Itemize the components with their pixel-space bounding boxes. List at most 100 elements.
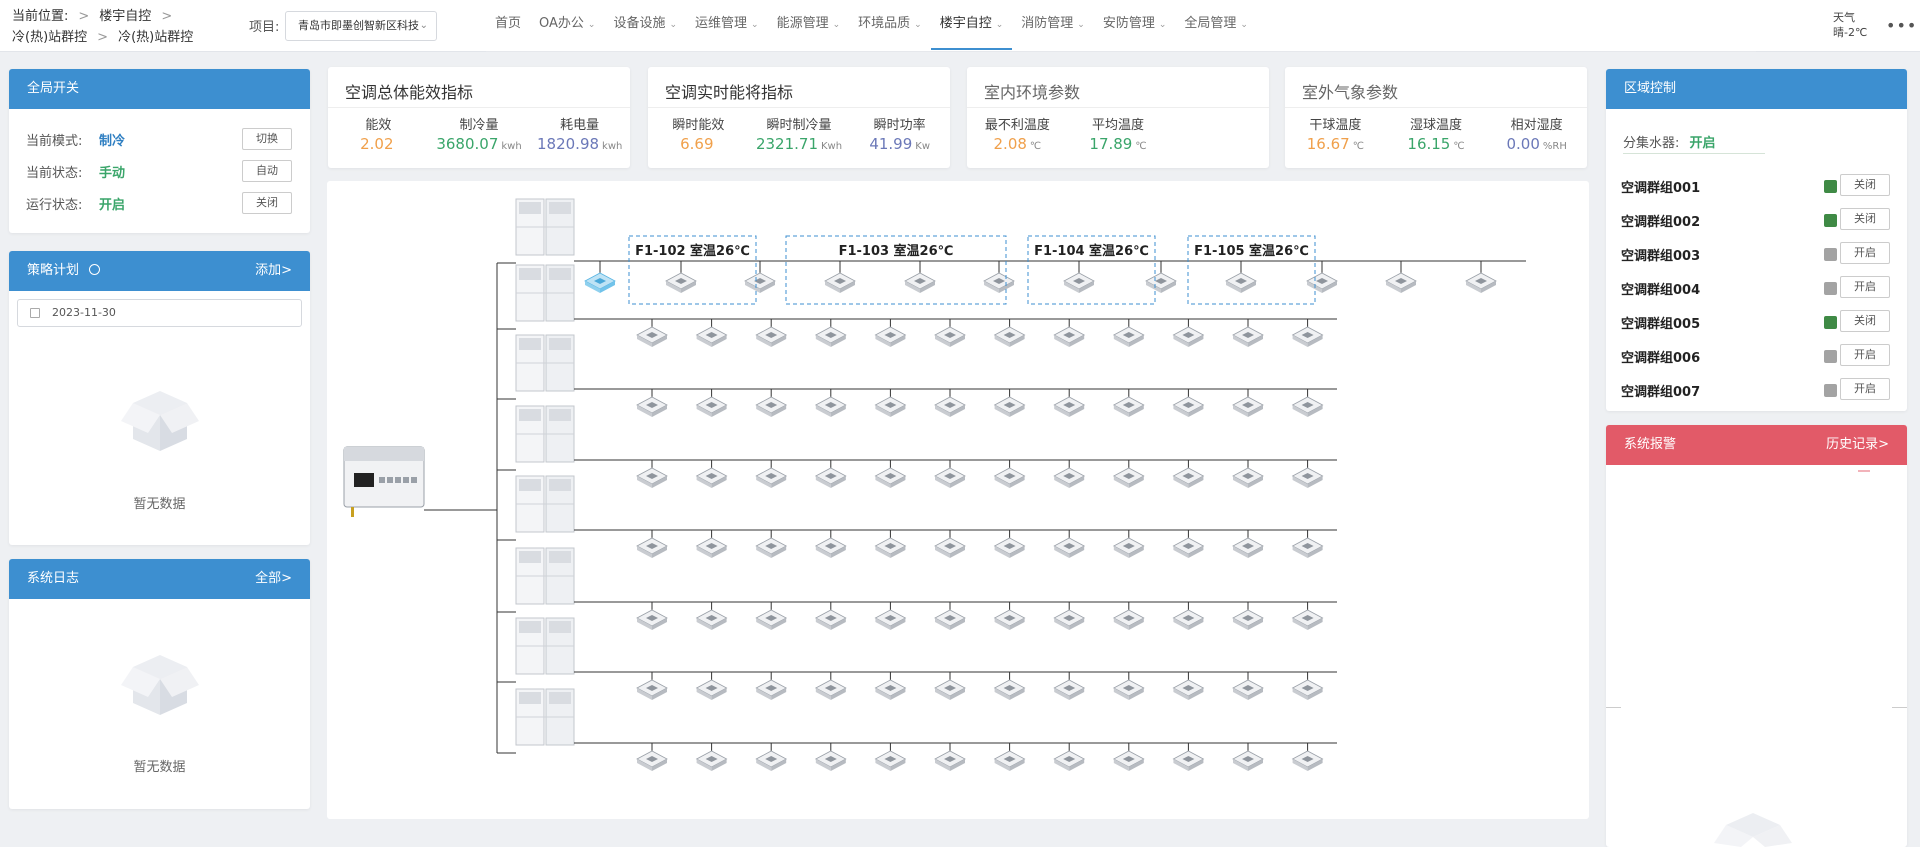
nav-item-label: 全局管理 — [1184, 16, 1237, 31]
indoor-unit-icon — [696, 467, 728, 489]
controller-button-icon — [395, 477, 401, 483]
zone-group-name: 空调群组003 — [1621, 249, 1701, 264]
stat-label: 最不利温度 — [984, 118, 1050, 133]
stat-item: 能效 2.02 — [328, 114, 429, 153]
system-log-all-button[interactable]: 全部> — [255, 559, 292, 599]
indoor-unit-icon — [934, 679, 966, 701]
mode-value: 制冷 — [99, 133, 126, 149]
indoor-unit-icon — [1385, 272, 1417, 294]
zone-group-row: 空调群组002 关闭 — [1606, 202, 1907, 236]
stat-value: 6.69 — [680, 135, 714, 153]
breadcrumb-item-station[interactable]: 冷(热)站群控 — [12, 27, 87, 48]
zone-group-name: 空调群组005 — [1621, 317, 1701, 332]
switch-mode-button[interactable]: 切换 — [242, 128, 292, 150]
stat-unit: Kw — [915, 141, 931, 152]
indoor-unit-icon — [696, 326, 728, 348]
project-select[interactable]: 青岛市即墨创智新区科技 ⌄ — [285, 11, 437, 41]
alarm-indicator — [1858, 470, 1870, 472]
global-switch-title: 全局开关 — [27, 81, 80, 96]
nav-item-5[interactable]: 环境品质 ⌄ — [849, 0, 931, 50]
indoor-unit-icon — [1172, 609, 1204, 631]
indoor-unit-icon — [824, 272, 856, 294]
indoor-unit-icon — [755, 609, 787, 631]
room-label[interactable]: F1-104 室温26℃ — [1028, 240, 1155, 259]
zone-control-title: 区域控制 — [1624, 81, 1677, 96]
indoor-unit-icon — [696, 609, 728, 631]
stat-unit: ℃ — [1135, 141, 1147, 152]
stat-unit: ℃ — [1352, 141, 1364, 152]
indoor-unit-icon — [1232, 467, 1264, 489]
room-label[interactable]: F1-102 室温26℃ — [629, 240, 756, 259]
nav-item-3[interactable]: 运维管理 ⌄ — [686, 0, 768, 50]
strategy-header: 策略计划 添加> — [9, 251, 310, 291]
stat-label: 相对湿度 — [1510, 118, 1563, 133]
zone-group-toggle-button[interactable]: 关闭 — [1840, 310, 1890, 332]
nav-item-9[interactable]: 全局管理 ⌄ — [1175, 0, 1257, 50]
stat-item: 干球温度 16.67 ℃ — [1285, 114, 1386, 153]
nav-item-label: OA办公 — [539, 16, 584, 31]
stat-card-title: 空调实时能将指标 — [665, 83, 794, 102]
stat-unit: %RH — [1542, 141, 1567, 152]
stat-row: 最不利温度 2.08 ℃ 平均温度 17.89 ℃ — [967, 108, 1269, 153]
indoor-unit-icon — [934, 609, 966, 631]
auto-button[interactable]: 自动 — [242, 160, 292, 182]
zone-group-toggle-button[interactable]: 关闭 — [1840, 208, 1890, 230]
indoor-unit-icon — [1232, 609, 1264, 631]
zone-group-row: 空调群组003 开启 — [1606, 236, 1907, 270]
strategy-add-button[interactable]: 添加> — [255, 251, 292, 291]
nav-item-0[interactable]: 首页 — [486, 0, 530, 50]
nav-item-6[interactable]: 楼宇自控 ⌄ — [930, 0, 1013, 50]
alarm-history-button[interactable]: 历史记录> — [1826, 425, 1889, 465]
indoor-unit-icon — [994, 750, 1026, 772]
collector-value: 开启 — [1689, 136, 1716, 151]
breadcrumb-item-building[interactable]: 楼宇自控 — [99, 6, 151, 27]
zone-group-row: 空调群组005 关闭 — [1606, 304, 1907, 338]
indoor-unit-icon — [636, 750, 668, 772]
stat-value: 1820.98 — [537, 135, 600, 153]
indoor-unit-icon — [1292, 609, 1324, 631]
zone-control-panel: 区域控制 分集水器: 开启 空调群组001 关闭 空调群组002 关闭 空调群组00… — [1606, 69, 1907, 411]
indoor-unit-icon — [636, 396, 668, 418]
state-label: 当前状态: — [26, 165, 83, 181]
alarm-tick-right — [1892, 707, 1907, 708]
system-log-title: 系统日志 — [27, 571, 80, 586]
room-label[interactable]: F1-103 室温26℃ — [786, 240, 1006, 259]
indoor-unit-icon — [815, 537, 847, 559]
stat-card-2: 室内环境参数 最不利温度 2.08 ℃ 平均温度 17.89 ℃ — [967, 67, 1269, 168]
system-log-panel: 系统日志 全部> 暂无数据 — [9, 559, 310, 809]
room-label[interactable]: F1-105 室温26℃ — [1188, 240, 1315, 259]
date-picker[interactable]: 2023-11-30 — [17, 299, 302, 327]
zone-group-toggle-button[interactable]: 关闭 — [1840, 174, 1890, 196]
indoor-unit-icon — [636, 326, 668, 348]
close-run-button[interactable]: 关闭 — [242, 192, 292, 214]
stat-card-0: 空调总体能效指标 能效 2.02 制冷量 3680.07 kwh 耗电量 1820… — [328, 67, 630, 168]
stat-value: 0.00 — [1506, 135, 1540, 153]
collector-row: 分集水器: 开启 — [1623, 132, 1716, 151]
zone-group-toggle-button[interactable]: 开启 — [1840, 378, 1890, 400]
nav-item-4[interactable]: 能源管理 ⌄ — [768, 0, 850, 50]
main-nav: 首页 OA办公 ⌄ 设备设施 ⌄ 运维管理 ⌄ 能源管理 ⌄ 环境品质 ⌄ 楼宇自控 ⌄ 消防管理 ⌄ 安防管… — [486, 0, 1257, 50]
nav-item-8[interactable]: 安防管理 ⌄ — [1094, 0, 1176, 50]
project-value: 青岛市即墨创智新区科技 — [298, 19, 419, 32]
nav-item-1[interactable]: OA办公 ⌄ — [530, 0, 604, 50]
outdoor-unit-icon — [515, 475, 575, 533]
stat-card-1: 空调实时能将指标 瞬时能效 6.69 瞬时制冷量 2321.71 Kwh 瞬时功率… — [648, 67, 950, 168]
indoor-unit-icon — [1232, 750, 1264, 772]
more-icon[interactable]: ••• — [1886, 16, 1917, 35]
empty-box-icon — [120, 655, 199, 715]
outdoor-unit-icon — [515, 617, 575, 675]
indoor-unit-icon — [1232, 396, 1264, 418]
zone-group-toggle-button[interactable]: 开启 — [1840, 344, 1890, 366]
indoor-unit-icon — [636, 609, 668, 631]
indoor-unit-icon — [1292, 537, 1324, 559]
zone-group-toggle-button[interactable]: 开启 — [1840, 242, 1890, 264]
stat-item: 湿球温度 16.15 ℃ — [1386, 114, 1487, 153]
zone-group-toggle-button[interactable]: 开启 — [1840, 276, 1890, 298]
project-label: 项目: — [249, 20, 280, 35]
indoor-unit-icon — [1145, 272, 1177, 294]
nav-item-2[interactable]: 设备设施 ⌄ — [604, 0, 686, 50]
chevron-down-icon: ⌄ — [995, 20, 1004, 30]
nav-item-7[interactable]: 消防管理 ⌄ — [1012, 0, 1094, 50]
indoor-unit-icon — [1113, 467, 1145, 489]
controller-button-icon — [411, 477, 417, 483]
